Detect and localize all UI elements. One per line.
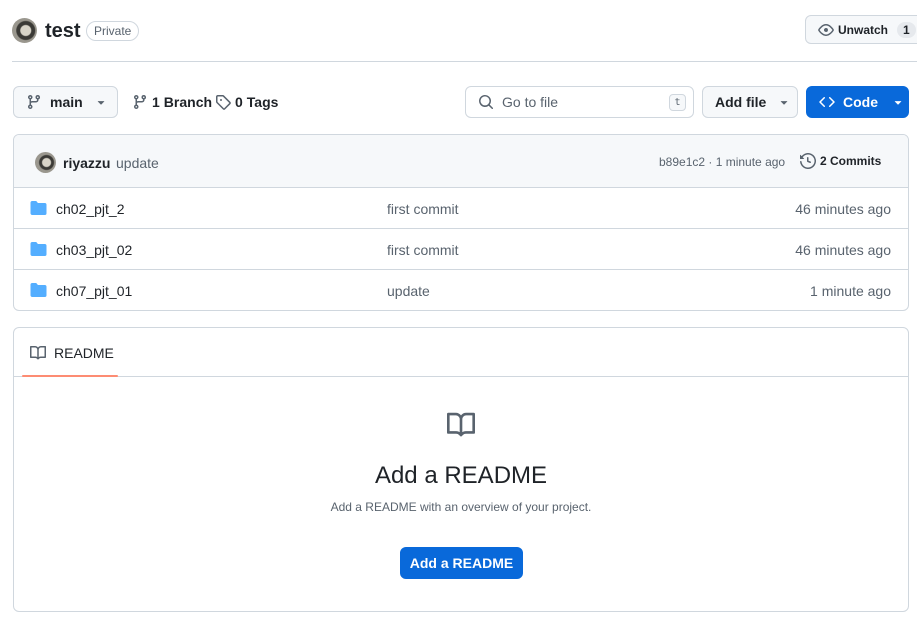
book-icon	[444, 411, 478, 439]
readme-empty-title: Add a README	[374, 462, 548, 489]
repo-toolbar: main 1 Branch 0 Tags t Add file	[13, 86, 909, 118]
branches-label: Branch	[163, 94, 213, 110]
eye-icon	[818, 22, 834, 38]
watch-count: 1	[897, 21, 916, 38]
visibility-badge: Private	[86, 21, 140, 41]
branches-count: 1	[152, 94, 160, 110]
commits-history-link[interactable]: 2 Commits	[800, 153, 881, 169]
tag-icon	[215, 94, 231, 110]
repo-name[interactable]: test	[45, 20, 81, 43]
code-label: Code	[843, 94, 878, 110]
file-name-link[interactable]: ch07_pjt_01	[56, 283, 132, 299]
history-icon	[800, 153, 820, 169]
unwatch-button[interactable]: Unwatch 1	[805, 15, 917, 44]
code-icon	[819, 94, 835, 110]
file-commit-time: 46 minutes ago	[795, 242, 891, 258]
header-divider	[12, 61, 917, 62]
folder-icon	[30, 282, 47, 298]
shortcut-hint: t	[669, 94, 686, 111]
add-file-label: Add file	[715, 94, 767, 110]
file-commit-link[interactable]: update	[387, 283, 430, 299]
add-file-button[interactable]: Add file	[702, 86, 798, 118]
file-commit-link[interactable]: first commit	[387, 201, 459, 217]
file-commit-link[interactable]: first commit	[387, 242, 459, 258]
active-tab-underline	[22, 375, 118, 377]
readme-panel: README Add a README Add a README with an…	[13, 327, 909, 612]
file-name-link[interactable]: ch02_pjt_2	[56, 201, 125, 217]
folder-icon	[30, 241, 47, 257]
readme-empty-subtitle: Add a README with an overview of your pr…	[330, 500, 592, 514]
file-row[interactable]: ch07_pjt_01 update 1 minute ago	[14, 270, 908, 310]
unwatch-label: Unwatch	[838, 22, 889, 37]
add-readme-button[interactable]: Add a README	[400, 547, 523, 579]
commit-author-avatar[interactable]	[35, 152, 56, 173]
folder-icon	[30, 200, 47, 216]
file-commit-time: 46 minutes ago	[795, 201, 891, 217]
file-commit-time: 1 minute ago	[810, 283, 891, 299]
go-to-file-search[interactable]: t	[465, 86, 694, 118]
tab-readme[interactable]: README	[22, 328, 118, 377]
tags-label: Tags	[246, 94, 279, 110]
branches-link[interactable]: 1 Branch	[132, 94, 212, 110]
search-icon	[478, 94, 494, 110]
branch-select-button[interactable]: main	[13, 86, 118, 118]
readme-tabbar: README	[14, 328, 908, 377]
file-name-link[interactable]: ch03_pjt_02	[56, 242, 132, 258]
chevron-down-icon	[95, 96, 107, 108]
go-to-file-input[interactable]	[502, 94, 652, 110]
file-table: riyazzu update b89e1c2 · 1 minute ago 2 …	[13, 134, 909, 311]
branch-name: main	[50, 94, 83, 110]
book-icon	[30, 345, 54, 361]
file-row[interactable]: ch02_pjt_2 first commit 46 minutes ago	[14, 188, 908, 229]
git-branch-icon	[132, 94, 148, 110]
commit-message[interactable]: update	[116, 155, 159, 171]
commit-author[interactable]: riyazzu	[63, 155, 110, 171]
commits-count-label: 2 Commits	[820, 154, 882, 168]
tags-count: 0	[235, 94, 243, 110]
code-button[interactable]: Code	[806, 86, 909, 118]
tags-link[interactable]: 0 Tags	[215, 94, 278, 110]
commit-hash-time[interactable]: b89e1c2 · 1 minute ago	[659, 155, 785, 169]
file-row[interactable]: ch03_pjt_02 first commit 46 minutes ago	[14, 229, 908, 270]
chevron-down-icon	[778, 96, 790, 108]
repo-header: test Private Unwatch 1	[12, 14, 917, 48]
owner-avatar[interactable]	[12, 18, 37, 43]
latest-commit-bar: riyazzu update b89e1c2 · 1 minute ago 2 …	[14, 135, 908, 188]
git-branch-icon	[26, 94, 42, 110]
avatar	[35, 152, 56, 173]
readme-tab-label: README	[54, 344, 114, 361]
chevron-down-icon	[892, 96, 904, 108]
